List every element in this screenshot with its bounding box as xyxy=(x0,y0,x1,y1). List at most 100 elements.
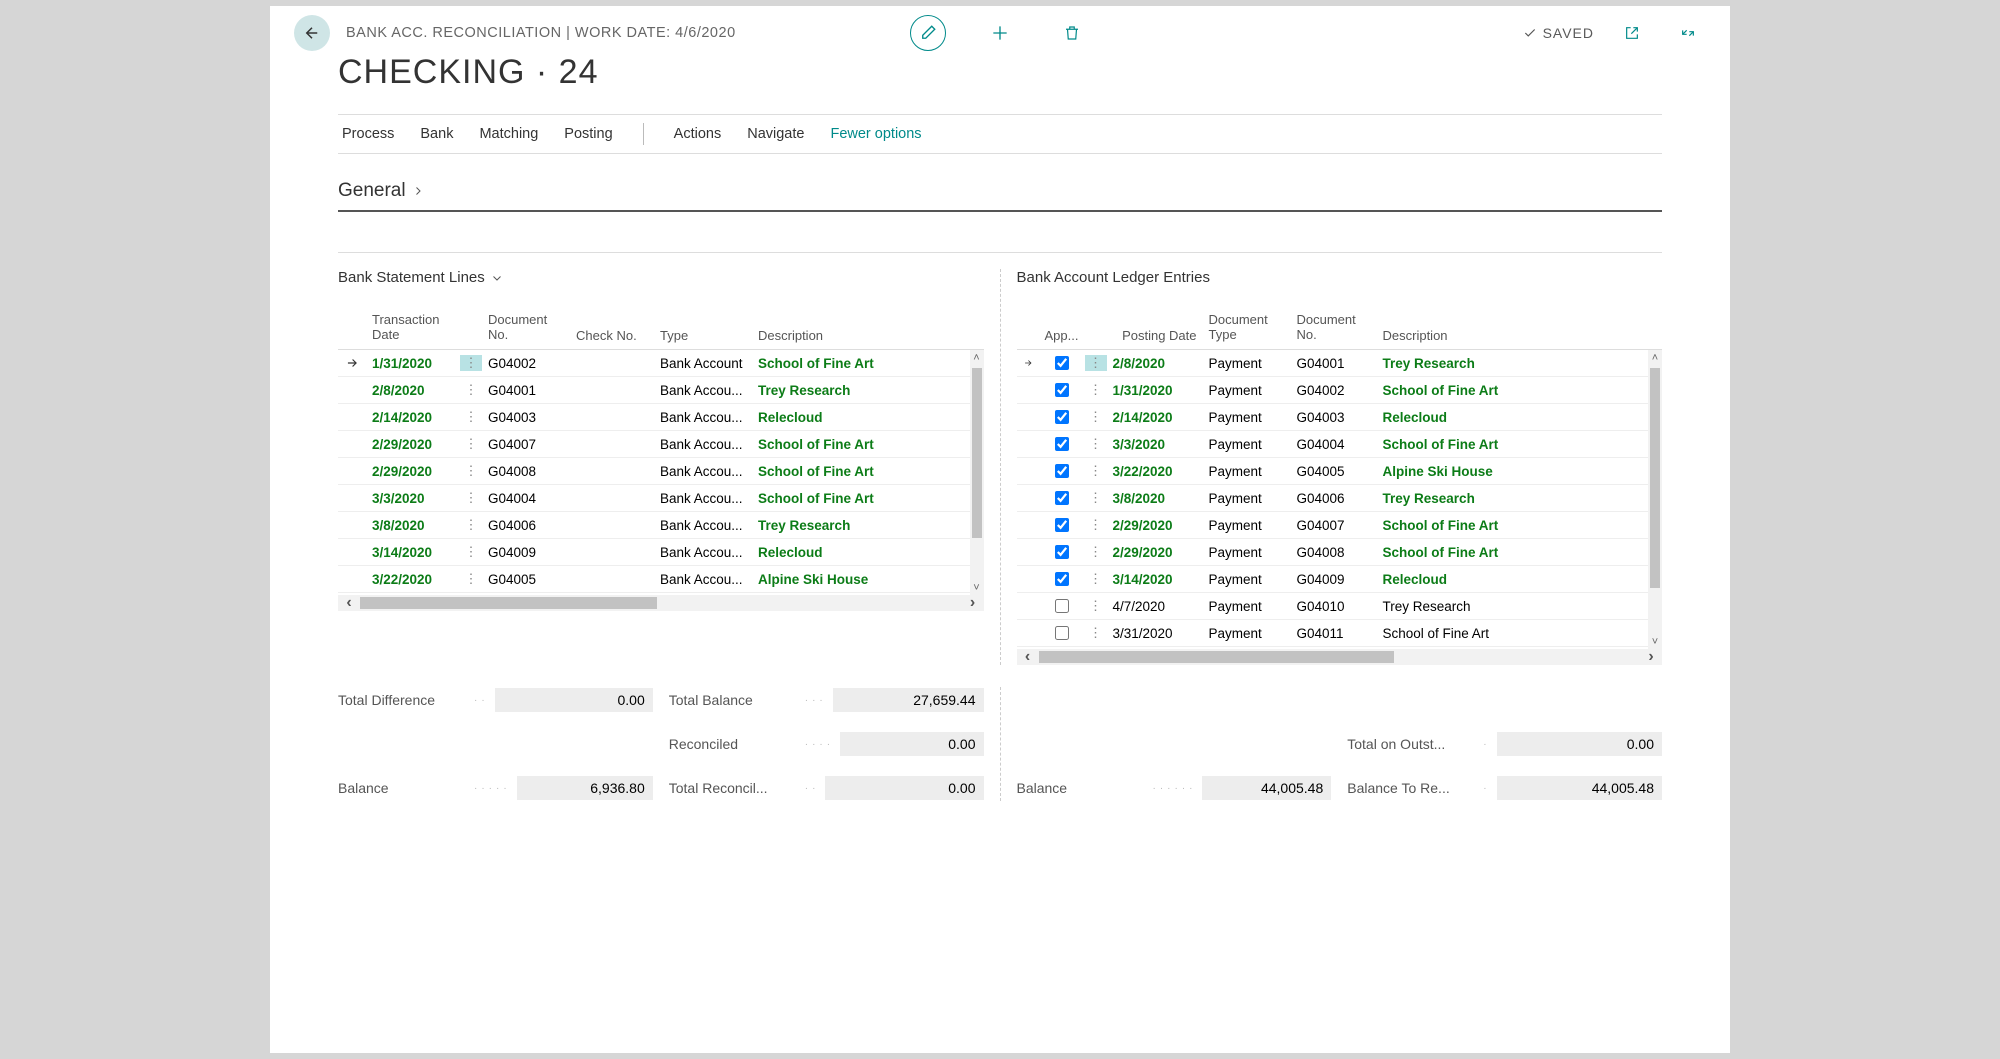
general-section-header[interactable]: General xyxy=(338,180,1662,212)
cell-applied-checkbox[interactable] xyxy=(1039,383,1085,397)
menu-navigate[interactable]: Navigate xyxy=(747,126,804,142)
statement-line-row[interactable]: 2/29/2020 ⋮ G04007 Bank Accou... School … xyxy=(338,431,984,458)
bank-statement-lines-header[interactable]: Bank Statement Lines xyxy=(338,269,984,286)
ledger-entry-row[interactable]: ⋮ 3/3/2020 Payment G04004 School of Fine… xyxy=(1017,431,1663,458)
menu-bank[interactable]: Bank xyxy=(420,126,453,142)
delete-button[interactable] xyxy=(1054,15,1090,51)
cell-description: Relecloud xyxy=(1377,572,1645,587)
statement-line-row[interactable]: 3/22/2020 ⋮ G04005 Bank Accou... Alpine … xyxy=(338,566,984,593)
cell-description: School of Fine Art xyxy=(1377,383,1645,398)
row-more-button[interactable]: ⋮ xyxy=(1085,436,1107,452)
chevron-right-icon xyxy=(412,185,424,197)
cell-description: School of Fine Art xyxy=(752,356,966,371)
cell-applied-checkbox[interactable] xyxy=(1039,410,1085,424)
balance-to-re-label: Balance To Re... xyxy=(1347,780,1477,796)
statement-line-row[interactable]: 3/14/2020 ⋮ G04009 Bank Accou... Releclo… xyxy=(338,539,984,566)
cell-posting-date: 4/7/2020 xyxy=(1107,599,1203,614)
col-document-type[interactable]: Document Type xyxy=(1203,312,1291,343)
cell-applied-checkbox[interactable] xyxy=(1039,545,1085,559)
new-button[interactable] xyxy=(982,15,1018,51)
ledger-entry-row[interactable]: ⋮ 2/29/2020 Payment G04008 School of Fin… xyxy=(1017,539,1663,566)
statement-line-row[interactable]: 3/8/2020 ⋮ G04006 Bank Accou... Trey Res… xyxy=(338,512,984,539)
menu-matching[interactable]: Matching xyxy=(479,126,538,142)
col-description-right[interactable]: Description xyxy=(1377,328,1645,343)
cell-description: Trey Research xyxy=(752,518,966,533)
col-document-no[interactable]: Document No. xyxy=(482,312,570,343)
cell-document-no: G04003 xyxy=(1291,410,1377,425)
statement-line-row[interactable]: 2/29/2020 ⋮ G04008 Bank Accou... School … xyxy=(338,458,984,485)
menu-process[interactable]: Process xyxy=(342,126,394,142)
col-posting-date[interactable]: Posting Date xyxy=(1107,328,1203,343)
col-applied[interactable]: App... xyxy=(1039,328,1085,343)
ledger-entry-row[interactable]: ⋮ 2/14/2020 Payment G04003 Relecloud xyxy=(1017,404,1663,431)
row-more-button[interactable]: ⋮ xyxy=(1085,355,1107,371)
row-more-button[interactable]: ⋮ xyxy=(460,571,482,587)
row-more-button[interactable]: ⋮ xyxy=(1085,463,1107,479)
col-description[interactable]: Description xyxy=(752,328,966,343)
row-more-button[interactable]: ⋮ xyxy=(460,517,482,533)
ledger-entry-row[interactable]: ⋮ 1/31/2020 Payment G04002 School of Fin… xyxy=(1017,377,1663,404)
menu-actions[interactable]: Actions xyxy=(674,126,722,142)
col-type[interactable]: Type xyxy=(654,328,752,343)
statement-line-row[interactable]: 2/14/2020 ⋮ G04003 Bank Accou... Releclo… xyxy=(338,404,984,431)
menu-fewer-options[interactable]: Fewer options xyxy=(830,126,921,142)
cell-document-no: G04005 xyxy=(1291,464,1377,479)
collapse-button[interactable] xyxy=(1670,15,1706,51)
ledger-entry-row[interactable]: ⋮ 4/7/2020 Payment G04010 Trey Research xyxy=(1017,593,1663,620)
ledger-entry-row[interactable]: ⋮ 2/8/2020 Payment G04001 Trey Research xyxy=(1017,350,1663,377)
edit-button[interactable] xyxy=(910,15,946,51)
cell-transaction-date: 2/8/2020 xyxy=(366,383,460,398)
statement-line-row[interactable]: 2/8/2020 ⋮ G04001 Bank Accou... Trey Res… xyxy=(338,377,984,404)
cell-applied-checkbox[interactable] xyxy=(1039,599,1085,613)
col-document-no-right[interactable]: Document No. xyxy=(1291,312,1377,343)
row-more-button[interactable]: ⋮ xyxy=(1085,544,1107,560)
popout-button[interactable] xyxy=(1614,15,1650,51)
row-more-button[interactable]: ⋮ xyxy=(460,436,482,452)
total-outst-value: 0.00 xyxy=(1497,732,1662,756)
ledger-entry-row[interactable]: ⋮ 3/31/2020 Payment G04011 School of Fin… xyxy=(1017,620,1663,647)
left-vertical-scrollbar[interactable]: ˄ ˅ xyxy=(970,350,984,596)
ledger-entry-row[interactable]: ⋮ 3/14/2020 Payment G04009 Relecloud xyxy=(1017,566,1663,593)
cell-description: Relecloud xyxy=(752,545,966,560)
row-more-button[interactable]: ⋮ xyxy=(460,382,482,398)
row-more-button[interactable]: ⋮ xyxy=(1085,490,1107,506)
row-more-button[interactable]: ⋮ xyxy=(460,490,482,506)
plus-icon xyxy=(990,23,1010,43)
menu-posting[interactable]: Posting xyxy=(564,126,612,142)
row-more-button[interactable]: ⋮ xyxy=(1085,382,1107,398)
row-more-button[interactable]: ⋮ xyxy=(460,544,482,560)
cell-applied-checkbox[interactable] xyxy=(1039,626,1085,640)
col-check-no[interactable]: Check No. xyxy=(570,328,654,343)
row-more-button[interactable]: ⋮ xyxy=(1085,598,1107,614)
back-button[interactable] xyxy=(294,15,330,51)
cell-applied-checkbox[interactable] xyxy=(1039,356,1085,370)
row-more-button[interactable]: ⋮ xyxy=(460,463,482,479)
cell-posting-date: 3/3/2020 xyxy=(1107,437,1203,452)
row-more-button[interactable]: ⋮ xyxy=(1085,409,1107,425)
cell-document-no: G04007 xyxy=(1291,518,1377,533)
cell-applied-checkbox[interactable] xyxy=(1039,491,1085,505)
cell-applied-checkbox[interactable] xyxy=(1039,518,1085,532)
ledger-entry-row[interactable]: ⋮ 3/8/2020 Payment G04006 Trey Research xyxy=(1017,485,1663,512)
ledger-entry-row[interactable]: ⋮ 2/29/2020 Payment G04007 School of Fin… xyxy=(1017,512,1663,539)
row-more-button[interactable]: ⋮ xyxy=(1085,571,1107,587)
row-more-button[interactable]: ⋮ xyxy=(460,409,482,425)
row-more-button[interactable]: ⋮ xyxy=(460,355,482,371)
right-vertical-scrollbar[interactable]: ˄ ˅ xyxy=(1648,350,1662,650)
left-horizontal-scrollbar[interactable]: ‹ › xyxy=(338,595,984,611)
right-horizontal-scrollbar[interactable]: ‹ › xyxy=(1017,649,1663,665)
row-more-button[interactable]: ⋮ xyxy=(1085,625,1107,641)
cell-description: Alpine Ski House xyxy=(1377,464,1645,479)
row-more-button[interactable]: ⋮ xyxy=(1085,517,1107,533)
cell-applied-checkbox[interactable] xyxy=(1039,464,1085,478)
col-transaction-date[interactable]: Transaction Date xyxy=(366,312,460,343)
statement-line-row[interactable]: 1/31/2020 ⋮ G04002 Bank Account School o… xyxy=(338,350,984,377)
cell-description: Relecloud xyxy=(752,410,966,425)
statement-line-row[interactable]: 3/3/2020 ⋮ G04004 Bank Accou... School o… xyxy=(338,485,984,512)
ledger-entry-row[interactable]: ⋮ 3/22/2020 Payment G04005 Alpine Ski Ho… xyxy=(1017,458,1663,485)
cell-type: Bank Accou... xyxy=(654,464,752,479)
cell-applied-checkbox[interactable] xyxy=(1039,437,1085,451)
total-reconcil-value: 0.00 xyxy=(825,776,983,800)
cell-applied-checkbox[interactable] xyxy=(1039,572,1085,586)
cell-description: School of Fine Art xyxy=(752,491,966,506)
